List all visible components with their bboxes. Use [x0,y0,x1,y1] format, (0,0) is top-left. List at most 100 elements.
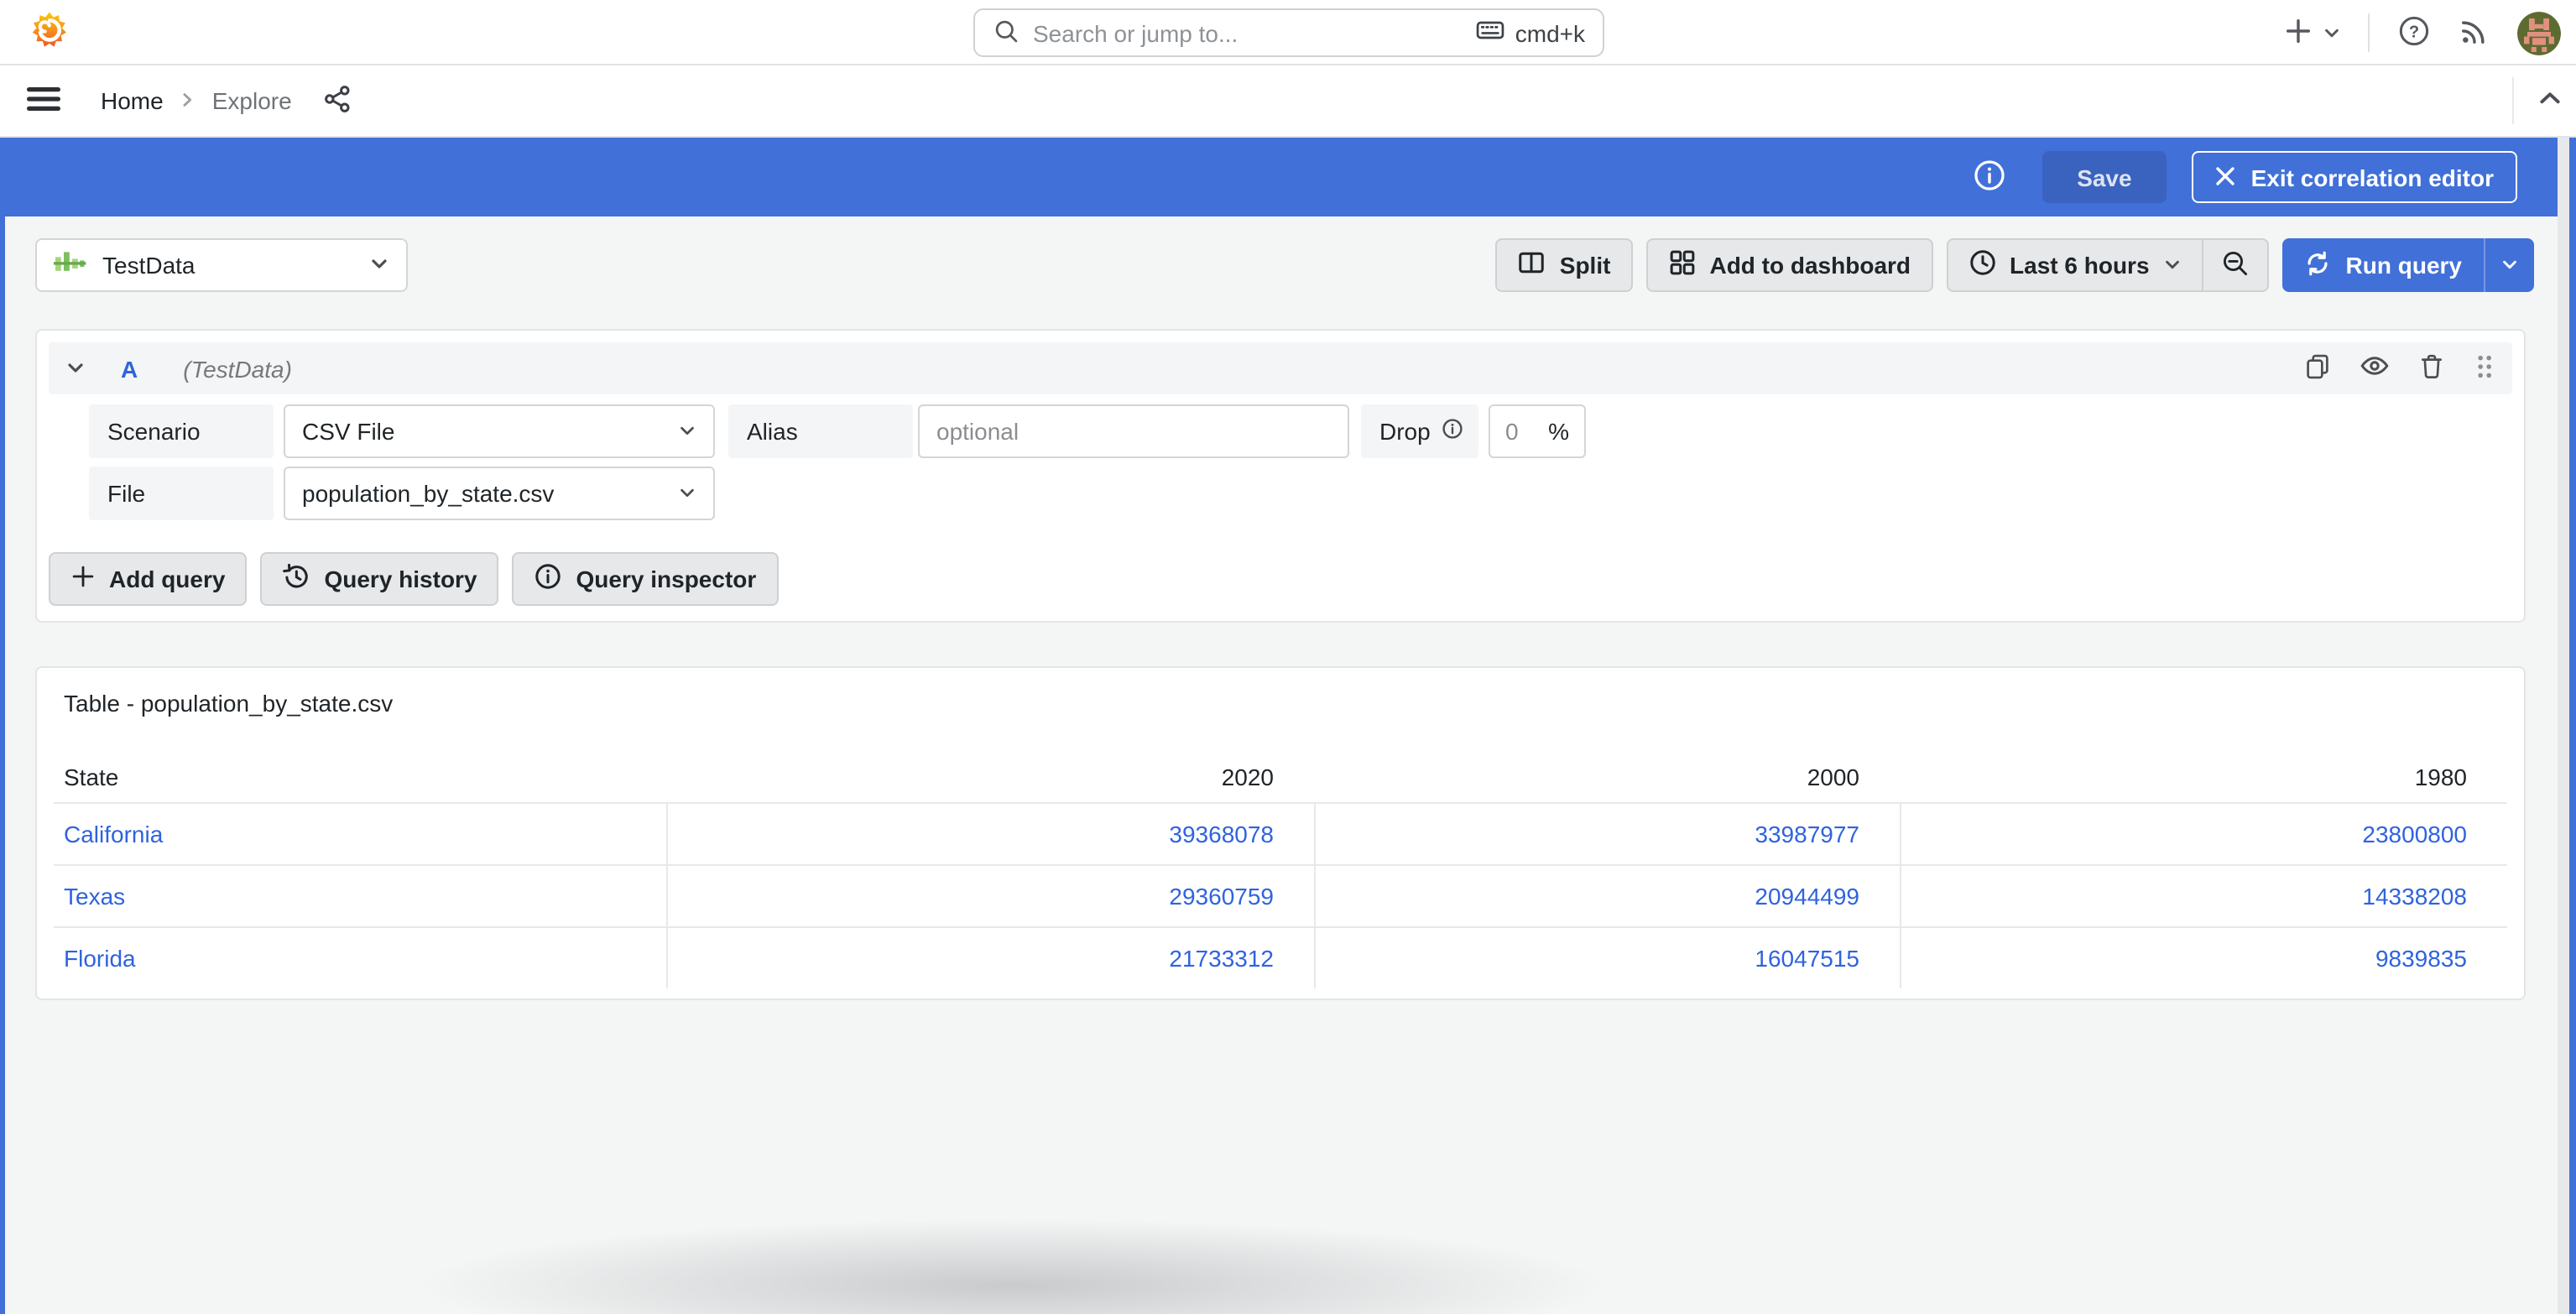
svg-text:?: ? [2409,22,2419,40]
testdata-datasource-icon [54,250,87,280]
explore-toolbar: TestData Split Add to dashboard Last 6 h… [35,238,2534,292]
run-query-label: Run query [2345,252,2462,279]
table-cell-2000[interactable]: 16047515 [1314,926,1900,988]
alias-input[interactable]: optional [918,404,1349,458]
info-circle-icon[interactable] [1971,157,2006,197]
column-header-1980[interactable]: 1980 [1900,752,2507,802]
column-header-state[interactable]: State [54,752,666,802]
chevron-right-icon [179,87,197,114]
file-row: File population_by_state.csv [89,467,2512,520]
table-cell-state[interactable]: California [54,802,666,864]
history-icon [282,562,310,596]
chevron-down-icon [678,480,696,507]
table-cell-1980[interactable]: 14338208 [1900,864,2507,926]
breadcrumb-bar: Home Explore [0,65,2576,138]
table-panel: Table - population_by_state.csv State 20… [35,666,2526,1000]
drag-handle-icon[interactable] [2474,352,2495,385]
time-range-button[interactable]: Last 6 hours [1948,240,2201,290]
query-history-button[interactable]: Query history [260,552,499,606]
breadcrumb-home-link[interactable]: Home [101,87,164,114]
new-menu-button[interactable] [2284,16,2341,50]
query-inspector-button[interactable]: Query inspector [512,552,779,606]
add-to-dashboard-button[interactable]: Add to dashboard [1645,238,1933,292]
file-select[interactable]: population_by_state.csv [284,467,715,520]
grafana-logo-icon[interactable] [27,10,72,55]
user-avatar[interactable] [2517,11,2561,55]
info-circle-icon [534,562,563,596]
plus-icon [2284,16,2313,50]
datasource-picker[interactable]: TestData [35,238,408,292]
top-nav-bar: Search or jump to... cmd+k ? [0,0,2576,65]
search-input[interactable]: Search or jump to... cmd+k [973,8,1603,57]
table-cell-2020[interactable]: 29360759 [666,864,1314,926]
run-query-options-button[interactable] [2484,238,2534,292]
bottom-shadow [190,1193,1834,1314]
split-button[interactable]: Split [1495,238,1633,292]
collapse-topbar-button[interactable] [2512,77,2563,124]
drop-value: 0 [1505,418,1519,445]
scenario-select[interactable]: CSV File [284,404,715,458]
add-to-dashboard-label: Add to dashboard [1709,252,1911,279]
query-inspector-label: Query inspector [576,566,757,592]
file-label: File [89,467,274,520]
zoom-out-time-button[interactable] [2201,240,2267,290]
topbar-actions: ? [2284,0,2561,65]
query-editor-card: A (TestData) Scenario CSV File Alias opt… [35,329,2526,623]
split-label: Split [1559,252,1611,279]
vertical-scrollbar[interactable] [2558,138,2569,1314]
table-panel-title: Table - population_by_state.csv [64,690,394,717]
correlation-editor-bar: Save Exit correlation editor [0,138,2558,216]
alias-label: Alias [728,404,913,458]
menu-toggle-button[interactable] [27,85,60,117]
save-button[interactable]: Save [2042,151,2167,203]
drop-label: Drop [1361,404,1478,458]
exit-correlation-editor-button[interactable]: Exit correlation editor [2192,151,2517,203]
chevron-down-icon [2323,19,2341,46]
query-secondary-actions: Add query Query history Query inspector [49,552,2512,609]
table-cell-2020[interactable]: 39368078 [666,802,1314,864]
percent-suffix: % [1548,418,1569,445]
query-row-header[interactable]: A (TestData) [49,342,2512,394]
drop-percent-input[interactable]: 0 % [1489,404,1586,458]
delete-query-trash-button[interactable] [2418,352,2445,385]
table-cell-1980[interactable]: 23800800 [1900,802,2507,864]
collapse-query-chevron-icon[interactable] [65,355,86,382]
duplicate-query-button[interactable] [2304,352,2331,385]
explore-content: TestData Split Add to dashboard Last 6 h… [5,216,2558,1314]
time-picker-group: Last 6 hours [1946,238,2269,292]
share-button[interactable] [322,83,352,118]
table-cell-2000[interactable]: 20944499 [1314,864,1900,926]
column-header-2000[interactable]: 2000 [1314,752,1900,802]
table-cell-1980[interactable]: 9839835 [1900,926,2507,988]
results-table: State 2020 2000 1980 California 39368078… [54,752,2507,988]
toolbar-actions: Split Add to dashboard Last 6 hours Run … [1495,238,2534,292]
dashboard-grid-icon [1667,248,1696,282]
close-icon [2216,164,2236,190]
alias-placeholder: optional [936,418,1019,445]
breadcrumb: Home Explore [101,87,292,114]
query-editor-form: Scenario CSV File Alias optional Drop 0 … [89,404,2512,520]
grafana-explore-page: Search or jump to... cmd+k ? Home Explor… [0,0,2576,1314]
column-header-2020[interactable]: 2020 [666,752,1314,802]
search-placeholder: Search or jump to... [1033,19,1238,46]
add-query-button[interactable]: Add query [49,552,248,606]
table-cell-2020[interactable]: 21733312 [666,926,1314,988]
chevron-down-icon [678,418,696,445]
table-cell-state[interactable]: Texas [54,864,666,926]
time-range-label: Last 6 hours [2010,252,2150,279]
breadcrumb-current: Explore [211,87,292,114]
clock-icon [1968,248,1996,282]
hide-query-eye-button[interactable] [2360,352,2390,384]
keyboard-icon [1475,15,1505,50]
news-rss-button[interactable] [2459,14,2490,51]
chevron-down-icon [2163,252,2182,279]
table-cell-2000[interactable]: 33987977 [1314,802,1900,864]
exit-correlation-editor-label: Exit correlation editor [2250,164,2494,190]
run-query-button[interactable]: Run query [2281,238,2534,292]
table-cell-state[interactable]: Florida [54,926,666,988]
scenario-row: Scenario CSV File Alias optional Drop 0 … [89,404,2512,458]
search-shortcut-label: cmd+k [1515,19,1585,46]
help-button[interactable]: ? [2396,13,2432,53]
topbar-divider [2368,13,2370,52]
chevron-down-icon [369,252,389,279]
